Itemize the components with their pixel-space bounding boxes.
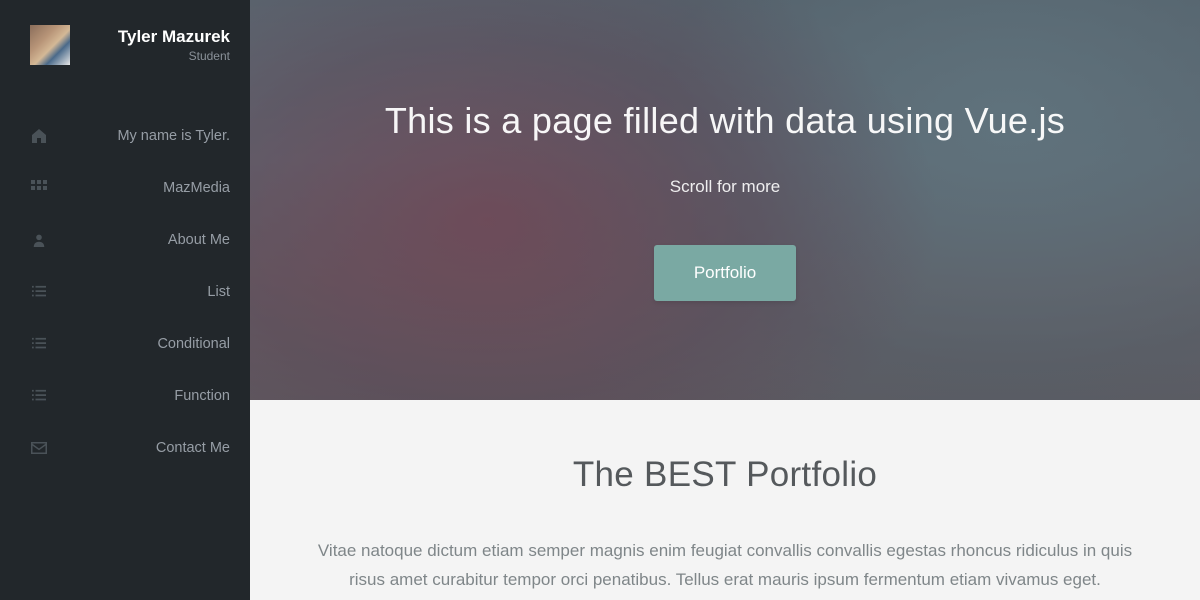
content-title: The BEST Portfolio [310,455,1140,495]
profile: Tyler Mazurek Student [0,0,250,80]
nav: My name is Tyler. MazMedia About Me List… [0,110,250,474]
avatar [30,25,70,65]
hero-title: This is a page filled with data using Vu… [385,100,1065,142]
list-icon [30,335,48,353]
user-icon [30,231,48,249]
nav-item-home[interactable]: My name is Tyler. [0,110,250,162]
content-section: The BEST Portfolio Vitae natoque dictum … [250,400,1200,600]
sidebar: Tyler Mazurek Student My name is Tyler. … [0,0,250,600]
profile-text: Tyler Mazurek Student [118,27,230,63]
profile-role: Student [118,49,230,63]
main: This is a page filled with data using Vu… [250,0,1200,600]
nav-item-function[interactable]: Function [0,370,250,422]
nav-item-contact[interactable]: Contact Me [0,422,250,474]
nav-label: Conditional [157,336,230,352]
home-icon [30,127,48,145]
nav-item-mazmedia[interactable]: MazMedia [0,162,250,214]
nav-item-list[interactable]: List [0,266,250,318]
nav-item-conditional[interactable]: Conditional [0,318,250,370]
nav-label: Contact Me [156,440,230,456]
hero-subtitle: Scroll for more [670,177,781,197]
profile-name: Tyler Mazurek [118,27,230,47]
nav-label: MazMedia [163,180,230,196]
nav-label: About Me [168,232,230,248]
nav-item-about[interactable]: About Me [0,214,250,266]
list-icon [30,283,48,301]
portfolio-button[interactable]: Portfolio [654,245,796,301]
grid-icon [30,179,48,197]
nav-label: Function [174,388,230,404]
list-icon [30,387,48,405]
nav-label: My name is Tyler. [117,128,230,144]
hero: This is a page filled with data using Vu… [250,0,1200,400]
envelope-icon [30,439,48,457]
nav-label: List [207,284,230,300]
content-body: Vitae natoque dictum etiam semper magnis… [310,537,1140,595]
